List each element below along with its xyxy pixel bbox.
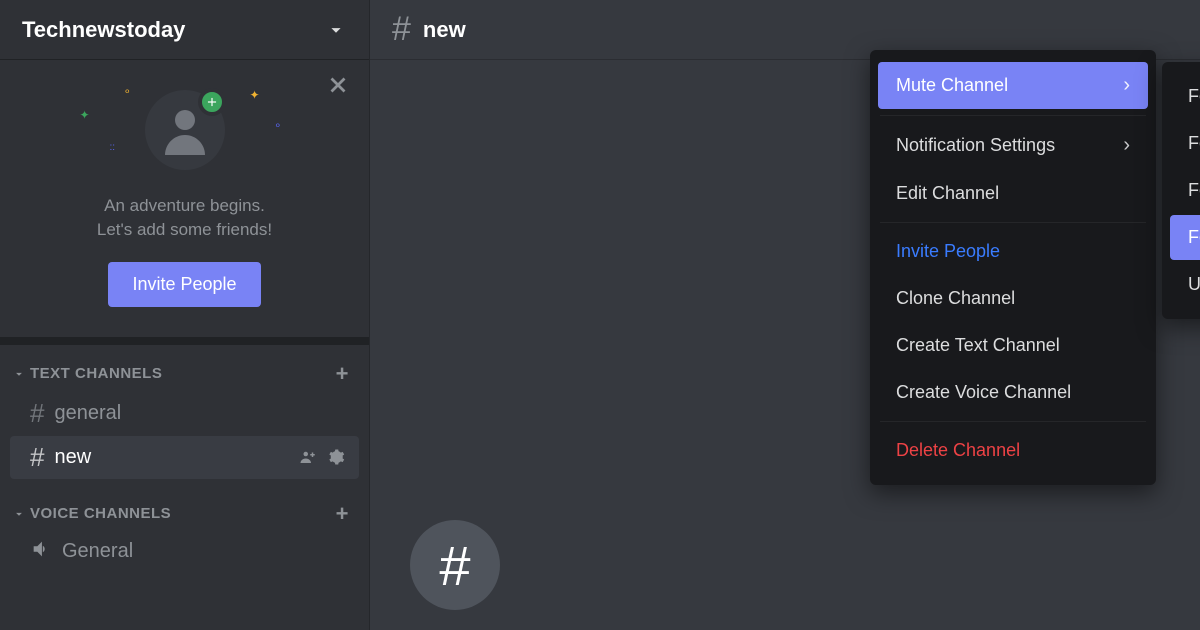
friends-prompt-line2: Let's add some friends!	[97, 218, 272, 242]
close-icon	[325, 72, 351, 98]
topbar-channel-name: new	[423, 17, 466, 43]
menu-label: Invite People	[896, 241, 1000, 262]
mute-24-hours[interactable]: For 24 Hours	[1170, 215, 1200, 260]
mute-15-minutes[interactable]: For 15 Minutes	[1170, 74, 1200, 119]
mute-8-hours[interactable]: For 8 Hours	[1170, 168, 1200, 213]
menu-label: Edit Channel	[896, 183, 999, 204]
menu-label: Create Voice Channel	[896, 382, 1071, 403]
menu-edit-channel[interactable]: Edit Channel	[878, 171, 1148, 216]
add-person-icon[interactable]	[299, 448, 317, 466]
friends-prompt-panel: ✦ ∘ :: ✦ ∘ An adventure begins. Let's ad…	[0, 60, 369, 345]
menu-clone-channel[interactable]: Clone Channel	[878, 276, 1148, 321]
channel-name: General	[62, 540, 133, 563]
menu-create-voice-channel[interactable]: Create Voice Channel	[878, 370, 1148, 415]
main-area: # new # Mute Channel › Notification Sett…	[370, 0, 1200, 630]
menu-delete-channel[interactable]: Delete Channel	[878, 428, 1148, 473]
hash-icon: #	[30, 398, 44, 429]
channel-new[interactable]: # new	[10, 436, 359, 479]
server-name: Technewstoday	[22, 17, 185, 43]
chevron-down-icon	[12, 507, 26, 521]
menu-create-text-channel[interactable]: Create Text Channel	[878, 323, 1148, 368]
channel-name: new	[54, 446, 91, 469]
speaker-icon	[30, 538, 52, 566]
gear-icon[interactable]	[327, 448, 345, 466]
hash-icon: #	[392, 10, 411, 49]
hash-icon: #	[30, 442, 44, 473]
menu-label: Clone Channel	[896, 288, 1015, 309]
menu-separator	[880, 115, 1146, 116]
voice-channels-header[interactable]: VOICE CHANNELS +	[0, 497, 369, 531]
add-text-channel-button[interactable]: +	[336, 363, 349, 385]
menu-label: Mute Channel	[896, 75, 1008, 96]
mute-1-hour[interactable]: For 1 Hour	[1170, 121, 1200, 166]
add-friend-icon	[198, 88, 226, 116]
avatar-placeholder: ✦ ∘ :: ✦ ∘	[140, 90, 230, 180]
menu-mute-channel[interactable]: Mute Channel ›	[878, 62, 1148, 109]
chevron-right-icon: ›	[1123, 134, 1130, 157]
text-channels-label: TEXT CHANNELS	[30, 365, 162, 382]
voice-channel-general[interactable]: General	[10, 532, 359, 572]
menu-label: Delete Channel	[896, 440, 1020, 461]
chevron-down-icon	[12, 367, 26, 381]
channel-welcome-hash-icon: #	[410, 520, 500, 610]
invite-people-button[interactable]: Invite People	[108, 262, 260, 307]
channel-context-menu: Mute Channel › Notification Settings › E…	[870, 50, 1156, 485]
friends-prompt-line1: An adventure begins.	[104, 194, 265, 218]
text-channels-header[interactable]: TEXT CHANNELS +	[0, 357, 369, 391]
server-sidebar: Technewstoday ✦ ∘ :: ✦ ∘ An adventure be…	[0, 0, 370, 630]
menu-separator	[880, 421, 1146, 422]
channel-general[interactable]: # general	[10, 392, 359, 435]
server-header[interactable]: Technewstoday	[0, 0, 369, 60]
menu-label: Create Text Channel	[896, 335, 1060, 356]
channel-list: TEXT CHANNELS + # general # new VOICE CH…	[0, 345, 369, 630]
chevron-down-icon	[325, 19, 347, 41]
voice-channels-label: VOICE CHANNELS	[30, 505, 171, 522]
channel-name: general	[54, 402, 121, 425]
menu-invite-people[interactable]: Invite People	[878, 229, 1148, 274]
menu-notification-settings[interactable]: Notification Settings ›	[878, 122, 1148, 169]
mute-duration-submenu: For 15 Minutes For 1 Hour For 8 Hours Fo…	[1162, 62, 1200, 319]
menu-separator	[880, 222, 1146, 223]
add-voice-channel-button[interactable]: +	[336, 503, 349, 525]
menu-label: Notification Settings	[896, 135, 1055, 156]
chevron-right-icon: ›	[1123, 74, 1130, 97]
close-button[interactable]	[325, 72, 351, 103]
mute-until-off[interactable]: Until I turn it back on	[1170, 262, 1200, 307]
